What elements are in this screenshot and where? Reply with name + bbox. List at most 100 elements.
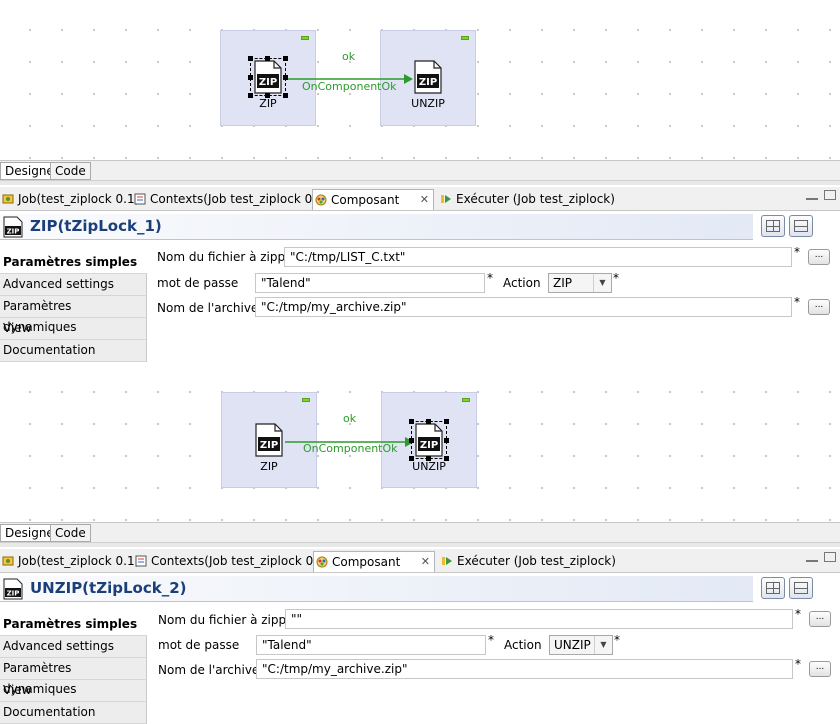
tab-executer[interactable]: Exécuter (Job test_ziplock) xyxy=(439,551,616,572)
settings-side-menu: Paramètres simples Advanced settings Par… xyxy=(0,252,147,362)
contexts-icon xyxy=(135,555,147,567)
component-title-bar: ZIP ZIP(tZipLock_1) xyxy=(0,214,753,240)
password-label: mot de passe xyxy=(157,276,239,290)
connection-label-ok: ok xyxy=(343,412,357,425)
svg-text:ZIP: ZIP xyxy=(7,590,20,598)
selection-box xyxy=(250,58,286,96)
component-title: UNZIP(tZipLock_2) xyxy=(30,579,187,597)
unzip-component-node[interactable]: ZIP UNZIP xyxy=(406,419,452,477)
required-mark: * xyxy=(488,633,494,647)
tab-composant[interactable]: Composant ✕ xyxy=(312,189,434,210)
chevron-down-icon: ▼ xyxy=(594,636,612,654)
tab-code[interactable]: Code xyxy=(50,162,91,180)
status-indicator xyxy=(462,398,470,402)
component-icon xyxy=(315,194,327,206)
unzip-node-label: UNZIP xyxy=(411,97,445,110)
unzip-node-label: UNZIP xyxy=(412,460,446,473)
view-tab-bar: Job(test_ziplock 0.1) Contexts(Job test_… xyxy=(0,549,840,573)
action-label: Action xyxy=(504,638,542,652)
action-select[interactable]: ZIP ▼ xyxy=(548,273,612,293)
run-icon xyxy=(442,557,452,565)
designer-canvas[interactable]: ok OnComponentOk ZIP ZIP ZIP UNZIP xyxy=(0,362,840,524)
tab-composant[interactable]: Composant ✕ xyxy=(313,551,435,572)
password-label: mot de passe xyxy=(158,638,240,652)
file-to-zip-input[interactable]: "C:/tmp/LIST_C.txt" xyxy=(284,247,792,267)
zip-component-node[interactable]: ZIP ZIP xyxy=(245,56,291,114)
archive-name-input[interactable]: "C:/tmp/my_archive.zip" xyxy=(255,297,792,317)
zip-node-label: ZIP xyxy=(259,97,277,110)
minimize-icon[interactable] xyxy=(806,559,818,562)
archive-name-input[interactable]: "C:/tmp/my_archive.zip" xyxy=(256,659,793,679)
archive-name-label: Nom de l'archive xyxy=(158,663,260,677)
file-to-zip-label: Nom du fichier à zipper xyxy=(158,613,299,627)
component-title: ZIP(tZipLock_1) xyxy=(30,217,162,235)
zip-component-node[interactable]: ZIP ZIP xyxy=(246,423,292,477)
workspace-panel-1: ok OnComponentOk ZIP ZIP ZIP UNZIP Desig… xyxy=(0,0,840,362)
component-title-bar: ZIP UNZIP(tZipLock_2) xyxy=(0,576,753,602)
window-controls xyxy=(800,189,836,203)
maximize-icon[interactable] xyxy=(824,552,836,562)
job-icon xyxy=(2,194,14,204)
designer-code-tabs: Designer Code xyxy=(0,522,840,542)
svg-text:ZIP: ZIP xyxy=(260,440,278,451)
required-mark: * xyxy=(795,657,801,671)
status-indicator xyxy=(302,398,310,402)
minimize-icon[interactable] xyxy=(806,197,818,200)
job-icon xyxy=(2,556,14,566)
selection-box xyxy=(411,421,447,459)
pane-divider[interactable] xyxy=(0,542,840,547)
menu-basic-settings[interactable]: Paramètres simples xyxy=(0,614,147,636)
tab-contexts[interactable]: Contexts(Job test_ziplock 0.1) xyxy=(133,551,329,572)
close-icon[interactable]: ✕ xyxy=(421,552,430,572)
menu-documentation[interactable]: Documentation xyxy=(0,340,147,362)
tab-job[interactable]: Job(test_ziplock 0.1) xyxy=(0,189,139,210)
action-select-value: UNZIP xyxy=(554,638,591,652)
action-select[interactable]: UNZIP ▼ xyxy=(549,635,613,655)
menu-dynamic-settings[interactable]: Paramètres dynamiques xyxy=(0,658,147,696)
menu-basic-settings[interactable]: Paramètres simples xyxy=(0,252,147,274)
required-mark: * xyxy=(487,271,493,285)
view-tab-bar: Job(test_ziplock 0.1) Contexts(Job test_… xyxy=(0,187,840,211)
tab-executer[interactable]: Exécuter (Job test_ziplock) xyxy=(438,189,615,210)
zip-file-icon: ZIP xyxy=(255,423,283,457)
menu-documentation[interactable]: Documentation xyxy=(0,702,147,724)
designer-canvas[interactable]: ok OnComponentOk ZIP ZIP ZIP UNZIP xyxy=(0,0,840,162)
workspace-panel-2: ok OnComponentOk ZIP ZIP ZIP UNZIP Desig… xyxy=(0,362,840,724)
connection-label-trigger: OnComponentOk xyxy=(302,80,397,93)
archive-name-label: Nom de l'archive xyxy=(157,301,259,315)
layout-grid-button[interactable] xyxy=(761,215,785,237)
svg-text:ZIP: ZIP xyxy=(7,228,20,236)
tab-contexts[interactable]: Contexts(Job test_ziplock 0.1) xyxy=(132,189,328,210)
designer-code-tabs: Designer Code xyxy=(0,160,840,180)
layout-rows-button[interactable] xyxy=(789,577,813,599)
browse-file-button[interactable]: ... xyxy=(809,611,831,627)
menu-dynamic-settings[interactable]: Paramètres dynamiques xyxy=(0,296,147,334)
status-indicator xyxy=(301,36,309,40)
pane-divider[interactable] xyxy=(0,180,840,185)
tab-code[interactable]: Code xyxy=(50,524,91,542)
component-title-row: ZIP UNZIP(tZipLock_2) xyxy=(0,574,840,604)
tab-job[interactable]: Job(test_ziplock 0.1) xyxy=(0,551,139,572)
svg-text:ZIP: ZIP xyxy=(419,77,437,88)
browse-archive-button[interactable]: ... xyxy=(809,661,831,677)
password-input[interactable]: "Talend" xyxy=(255,273,485,293)
zip-file-icon: ZIP xyxy=(3,578,23,600)
browse-file-button[interactable]: ... xyxy=(808,249,830,265)
required-mark: * xyxy=(613,271,619,285)
menu-advanced-settings[interactable]: Advanced settings xyxy=(0,274,147,296)
window-controls xyxy=(800,551,836,565)
browse-archive-button[interactable]: ... xyxy=(808,299,830,315)
component-title-row: ZIP ZIP(tZipLock_1) xyxy=(0,212,840,242)
action-select-value: ZIP xyxy=(553,276,572,290)
run-icon xyxy=(441,195,451,203)
layout-rows-button[interactable] xyxy=(789,215,813,237)
unzip-component-node[interactable]: ZIP UNZIP xyxy=(405,60,451,114)
settings-side-menu: Paramètres simples Advanced settings Par… xyxy=(0,614,147,724)
layout-grid-button[interactable] xyxy=(761,577,785,599)
status-indicator xyxy=(461,36,469,40)
close-icon[interactable]: ✕ xyxy=(420,190,429,210)
menu-advanced-settings[interactable]: Advanced settings xyxy=(0,636,147,658)
password-input[interactable]: "Talend" xyxy=(256,635,486,655)
file-to-zip-input[interactable]: "" xyxy=(285,609,793,629)
maximize-icon[interactable] xyxy=(824,190,836,200)
